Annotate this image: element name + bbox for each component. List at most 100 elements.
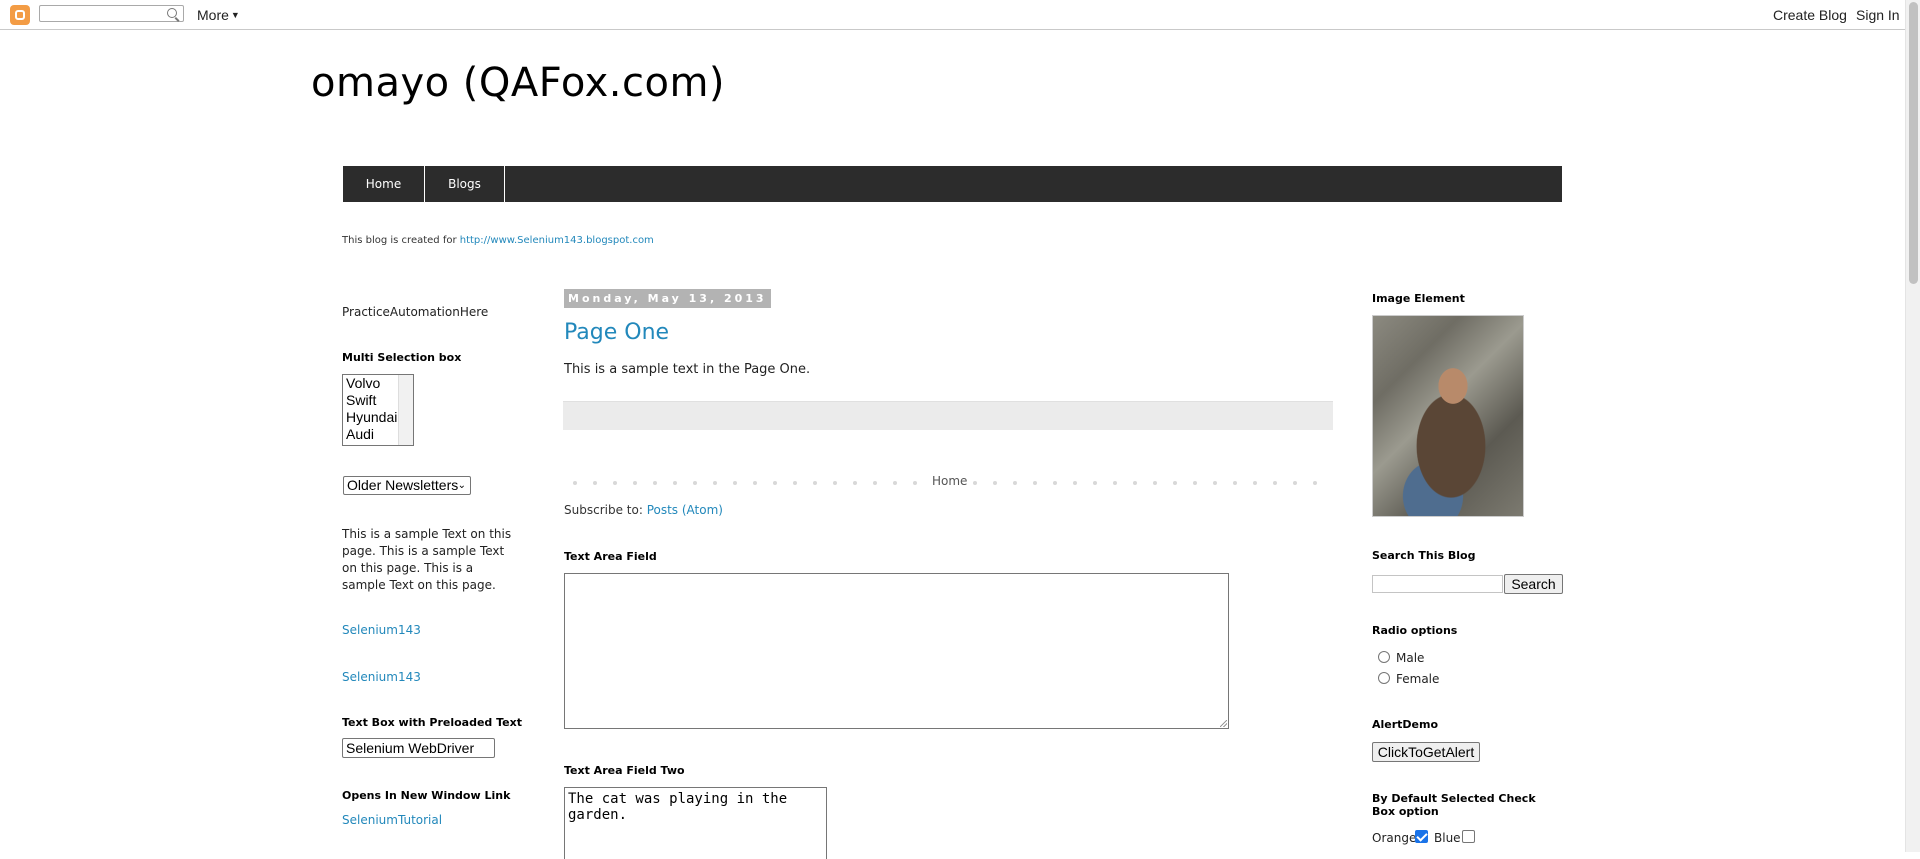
search-blog-heading: Search This Blog <box>1372 549 1476 562</box>
post-footer <box>563 401 1333 430</box>
pager-dot <box>1293 481 1297 485</box>
pager-dot <box>1273 481 1277 485</box>
pager-dot <box>773 481 777 485</box>
pager-dot <box>1173 481 1177 485</box>
newsletter-dropdown[interactable]: Older Newsletters ⌄ <box>343 476 471 495</box>
multi-option[interactable]: Volvo <box>346 375 397 392</box>
checkbox-blue[interactable] <box>1462 830 1475 843</box>
pager-dot <box>573 481 577 485</box>
pager-dot <box>673 481 677 485</box>
checkbox-orange[interactable] <box>1415 830 1428 843</box>
pager-dot <box>633 481 637 485</box>
checkbox-orange-label: Orange <box>1372 831 1417 845</box>
blogger-navbar: More ▼ Create Blog Sign In <box>0 0 1906 30</box>
post-body: This is a sample text in the Page One. <box>564 362 811 377</box>
pager-dot <box>1193 481 1197 485</box>
multi-option[interactable]: Swift <box>346 392 397 409</box>
profile-photo <box>1372 315 1524 517</box>
pager-dot <box>833 481 837 485</box>
practice-text: PracticeAutomationHere <box>342 305 489 319</box>
page-scrollbar[interactable] <box>1905 0 1920 852</box>
pager-dot <box>793 481 797 485</box>
pager-dot <box>693 481 697 485</box>
textarea1-heading: Text Area Field <box>564 550 657 563</box>
description-link[interactable]: http://www.Selenium143.blogspot.com <box>460 235 654 246</box>
newsletter-selected: Older Newsletters <box>347 477 459 493</box>
preloaded-textbox[interactable]: Selenium WebDriver <box>342 738 495 758</box>
pager-dot <box>733 481 737 485</box>
pager-dot <box>653 481 657 485</box>
selenium143-link-1[interactable]: Selenium143 <box>342 623 421 637</box>
blogger-logo-icon[interactable] <box>10 5 30 25</box>
multi-option[interactable]: Audi <box>346 426 397 443</box>
pager-dot <box>1033 481 1037 485</box>
pager-dot <box>1093 481 1097 485</box>
checkbox-blue-label: Blue <box>1434 831 1461 845</box>
pager-dot <box>1253 481 1257 485</box>
default-checkbox-heading: By Default Selected Check Box option <box>1372 792 1536 818</box>
chevron-down-icon: ⌄ <box>457 480 466 491</box>
pager-dot <box>853 481 857 485</box>
pager-dot <box>1233 481 1237 485</box>
more-label: More <box>197 7 229 23</box>
multi-option[interactable]: Hyundai <box>346 409 397 426</box>
new-window-heading: Opens In New Window Link <box>342 789 511 802</box>
sample-text-block: This is a sample Text on this page. This… <box>342 527 512 592</box>
sign-in-link[interactable]: Sign In <box>1856 7 1900 23</box>
pager-dot <box>873 481 877 485</box>
pager-dot <box>1073 481 1077 485</box>
posts-atom-link[interactable]: Posts (Atom) <box>647 503 723 517</box>
radio-options-heading: Radio options <box>1372 624 1458 637</box>
textarea-field[interactable] <box>564 573 1229 729</box>
preloaded-textbox-heading: Text Box with Preloaded Text <box>342 716 522 729</box>
pager-dot <box>1153 481 1157 485</box>
pager-dot <box>1053 481 1057 485</box>
post-title[interactable]: Page One <box>564 320 669 345</box>
radio-male[interactable] <box>1378 651 1390 663</box>
search-icon[interactable] <box>167 8 177 18</box>
pager-dot <box>713 481 717 485</box>
multi-select-heading: Multi Selection box <box>342 351 462 364</box>
subscribe-line: Subscribe to: Posts (Atom) <box>564 503 723 517</box>
textarea2-heading: Text Area Field Two <box>564 764 685 777</box>
page-tabs: Home Blogs <box>343 166 1562 202</box>
pager-dot <box>893 481 897 485</box>
caret-down-icon: ▼ <box>230 10 240 20</box>
selenium-tutorial-link[interactable]: SeleniumTutorial <box>342 813 442 827</box>
pager-dot <box>613 481 617 485</box>
pager-dot <box>973 481 977 485</box>
more-menu[interactable]: More ▼ <box>197 7 240 23</box>
selenium143-link-2[interactable]: Selenium143 <box>342 670 421 684</box>
pager-dot <box>1213 481 1217 485</box>
alert-demo-heading: AlertDemo <box>1372 718 1439 731</box>
resize-grip-icon[interactable] <box>1220 720 1227 727</box>
post-date-header: Monday, May 13, 2013 <box>564 289 771 308</box>
radio-female[interactable] <box>1378 672 1390 684</box>
textarea-field-two[interactable]: The cat was playing in the garden. <box>564 787 827 859</box>
multi-select-scrollbar[interactable] <box>398 375 413 445</box>
pager-dot <box>1313 481 1317 485</box>
pager-dot <box>913 481 917 485</box>
navbar-search-input[interactable] <box>39 5 184 22</box>
blog-title[interactable]: omayo (QAFox.com) <box>311 60 725 106</box>
radio-female-label: Female <box>1396 672 1440 686</box>
click-to-get-alert-button[interactable]: ClickToGetAlert <box>1372 742 1480 762</box>
subscribe-prefix: Subscribe to: <box>564 503 647 517</box>
image-element-heading: Image Element <box>1372 292 1465 305</box>
pager-dot <box>993 481 997 485</box>
tab-home[interactable]: Home <box>343 166 425 202</box>
blog-search-input[interactable] <box>1372 575 1503 593</box>
tab-blogs[interactable]: Blogs <box>425 166 505 202</box>
textarea2-value: The cat was playing in the garden. <box>568 791 788 823</box>
description-text: This blog is created for <box>342 235 460 246</box>
scrollbar-thumb[interactable] <box>1909 2 1918 284</box>
search-button[interactable]: Search <box>1504 574 1563 594</box>
pager-dot <box>1013 481 1017 485</box>
pager-dot <box>753 481 757 485</box>
create-blog-link[interactable]: Create Blog <box>1773 7 1847 23</box>
pager-home-link[interactable]: Home <box>932 474 967 488</box>
radio-male-label: Male <box>1396 651 1425 665</box>
pager-dot <box>1133 481 1137 485</box>
multi-select-box[interactable]: Volvo Swift Hyundai Audi <box>342 374 414 446</box>
blog-description: This blog is created for http://www.Sele… <box>342 235 654 246</box>
